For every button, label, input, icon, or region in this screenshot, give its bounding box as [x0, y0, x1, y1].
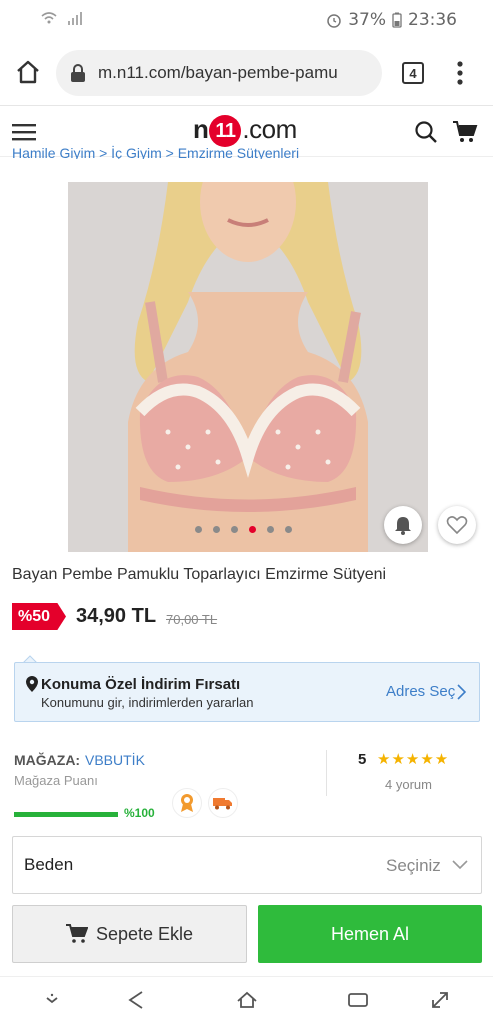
store-divider	[326, 750, 327, 796]
select-address-link[interactable]: Adres Seç	[386, 683, 455, 700]
add-to-cart-label: Sepete Ekle	[95, 923, 194, 944]
breadcrumb[interactable]: Hamile Giyim > İç Giyim > Emzirme Sütyen…	[12, 145, 299, 159]
battery-percent: 37%	[348, 10, 386, 30]
nav-expand-icon[interactable]	[428, 988, 452, 1012]
logo-number: 11	[209, 115, 242, 148]
store-badge-quality[interactable]	[172, 788, 202, 818]
lock-icon	[71, 64, 85, 82]
nav-collapse-icon[interactable]	[40, 988, 64, 1012]
nav-recents-icon[interactable]	[346, 988, 370, 1012]
gallery-dot[interactable]	[285, 526, 292, 533]
cart-icon	[65, 924, 88, 943]
store-rating: 5	[358, 751, 367, 768]
gallery-dot-active[interactable]	[249, 526, 256, 533]
old-price: 70,00 TL	[166, 612, 218, 627]
home-icon[interactable]	[14, 58, 42, 86]
gallery-pagination[interactable]	[195, 526, 292, 533]
site-logo[interactable]: n 11 .com	[193, 114, 297, 148]
store-score-text: %100	[124, 806, 155, 820]
logo-prefix: n	[193, 114, 209, 144]
reviews-count-link[interactable]: 4 yorum	[385, 777, 432, 792]
add-to-cart-button[interactable]: Sepete Ekle	[12, 905, 247, 963]
store-label: MAĞAZA:	[14, 752, 81, 768]
tab-switcher-button[interactable]: 4	[402, 62, 424, 84]
nav-home-icon[interactable]	[235, 988, 259, 1012]
chevron-down-icon[interactable]	[452, 860, 468, 870]
nav-back-icon[interactable]	[124, 988, 148, 1012]
status-bar: 37% 23:36	[0, 0, 493, 38]
cart-icon[interactable]	[452, 120, 478, 144]
favorite-button[interactable]	[438, 506, 476, 544]
signal-icons	[40, 10, 84, 29]
gallery-dot[interactable]	[231, 526, 238, 533]
store-score-label: Mağaza Puanı	[14, 773, 98, 788]
delivery-truck-icon	[213, 798, 232, 810]
bell-icon	[395, 517, 411, 535]
chevron-right-icon[interactable]	[457, 684, 466, 700]
heart-icon	[446, 516, 468, 535]
location-offer-title: Konuma Özel İndirim Fırsatı	[41, 676, 241, 693]
logo-suffix: .com	[242, 114, 297, 144]
product-price: 34,90 TL	[76, 605, 157, 627]
battery-icon	[392, 12, 402, 28]
clock: 23:36	[408, 10, 457, 30]
price-alert-button[interactable]	[384, 506, 422, 544]
location-pin-icon	[26, 676, 38, 692]
product-title: Bayan Pembe Pamuklu Toparlayıcı Emzirme …	[12, 566, 387, 583]
gallery-dot[interactable]	[213, 526, 220, 533]
buy-now-button[interactable]: Hemen Al	[258, 905, 482, 963]
more-menu-icon[interactable]	[456, 60, 464, 86]
hamburger-menu-icon[interactable]	[12, 122, 36, 142]
store-badge-shipping[interactable]	[208, 788, 238, 818]
store-name-link[interactable]: VBBUTİK	[85, 752, 145, 768]
rating-stars-icon: ★★★★★	[377, 751, 450, 768]
size-value[interactable]: Seçiniz	[386, 856, 441, 876]
product-image[interactable]	[68, 182, 428, 552]
status-right: 37% 23:36	[326, 10, 457, 30]
discount-badge: %50	[12, 603, 66, 630]
alarm-icon	[327, 14, 341, 28]
address-bar[interactable]: m.n11.com/bayan-pembe-pamu	[56, 50, 382, 96]
store-score-fill	[14, 812, 118, 817]
award-ribbon-icon	[181, 794, 193, 812]
wifi-signal-icon	[41, 12, 82, 25]
size-label: Beden	[24, 855, 74, 874]
product-photo	[68, 182, 428, 552]
gallery-dot[interactable]	[195, 526, 202, 533]
search-icon[interactable]	[414, 120, 438, 144]
store-score-bar	[14, 812, 118, 817]
location-offer-subtitle: Konumunu gir, indirimlerden yararlan	[41, 695, 254, 710]
url-text: m.n11.com/bayan-pembe-pamu	[98, 63, 338, 82]
gallery-dot[interactable]	[267, 526, 274, 533]
